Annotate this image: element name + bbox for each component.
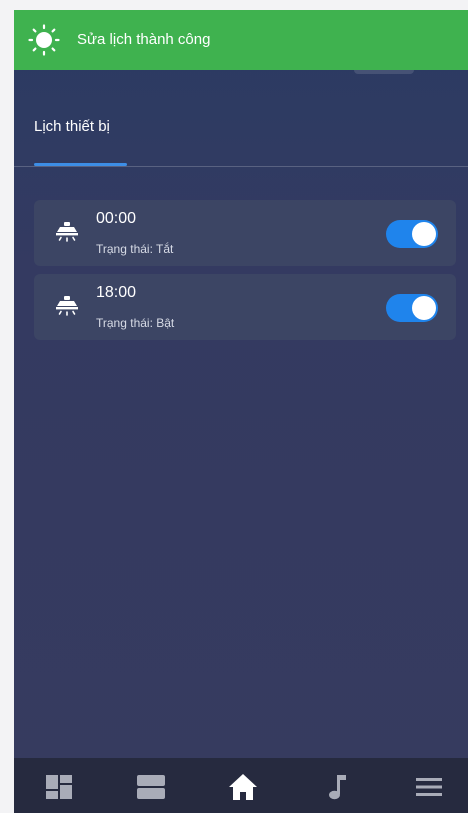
music-icon xyxy=(329,775,346,800)
schedule-status: Trạng thái: Bật xyxy=(96,316,175,330)
schedule-item[interactable]: 18:00 Trạng thái: Bật xyxy=(34,274,456,340)
schedule-item[interactable]: 00:00 Trạng thái: Tắt xyxy=(34,200,456,266)
app-screen: Sửa lịch thành công Lịch thiết bị 00:00 … xyxy=(14,10,468,813)
bottom-navigation xyxy=(14,758,468,813)
dashboard-icon xyxy=(46,775,72,799)
nav-dashboard[interactable] xyxy=(42,770,76,804)
toggle-knob xyxy=(412,222,436,246)
ceiling-light-icon xyxy=(56,296,78,316)
tab-divider xyxy=(14,166,468,167)
schedule-time: 00:00 xyxy=(96,210,137,227)
toggle-knob xyxy=(412,296,436,320)
home-icon xyxy=(229,774,257,800)
ceiling-light-icon xyxy=(56,222,78,242)
schedule-time: 18:00 xyxy=(96,284,137,301)
nav-rooms[interactable] xyxy=(134,770,168,804)
sun-icon xyxy=(28,24,60,56)
success-toast[interactable]: Sửa lịch thành công xyxy=(14,10,468,70)
menu-icon xyxy=(416,778,442,796)
toast-message: Sửa lịch thành công xyxy=(77,31,211,48)
rooms-icon xyxy=(137,775,165,799)
schedule-status: Trạng thái: Tắt xyxy=(96,242,174,256)
nav-music[interactable] xyxy=(320,770,354,804)
tab-bar: Lịch thiết bị xyxy=(14,110,468,168)
nav-menu[interactable] xyxy=(412,770,446,804)
schedule-toggle[interactable] xyxy=(386,220,438,248)
schedule-list: 00:00 Trạng thái: Tắt 18:00 Trạng thái: … xyxy=(34,200,456,348)
schedule-toggle[interactable] xyxy=(386,294,438,322)
tab-device-schedule[interactable]: Lịch thiết bị xyxy=(34,118,110,135)
nav-home[interactable] xyxy=(226,770,260,804)
